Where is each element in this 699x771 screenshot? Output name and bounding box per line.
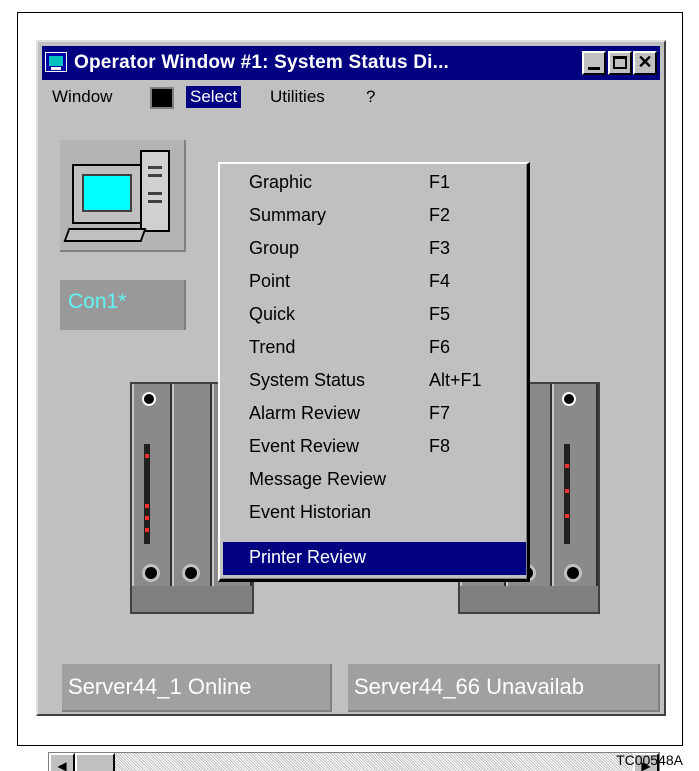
console-node-label[interactable]: Con1* — [60, 280, 186, 330]
menu-item-group[interactable]: Group F3 — [223, 233, 526, 266]
window-title: Operator Window #1: System Status Di... — [74, 52, 450, 73]
menu-item-system-status[interactable]: System Status Alt+F1 — [223, 365, 526, 398]
scroll-left-button[interactable]: ◀ — [49, 753, 75, 771]
maximize-button[interactable] — [608, 51, 632, 75]
server44-1-label[interactable]: Server44_1 Online — [62, 664, 332, 712]
arrow-left-icon: ◀ — [57, 759, 67, 771]
minimize-icon — [588, 67, 600, 70]
menu-item-summary[interactable]: Summary F2 — [223, 200, 526, 233]
operator-window: Operator Window #1: System Status Di... … — [36, 40, 666, 771]
menu-item-trend[interactable]: Trend F6 — [223, 332, 526, 365]
minimize-button[interactable] — [582, 51, 606, 75]
menu-utilities[interactable]: Utilities — [266, 86, 329, 108]
maximize-icon — [613, 56, 627, 69]
server44-66-label[interactable]: Server44_66 Unavailab — [348, 664, 660, 712]
select-menu-dropdown: Graphic F1 Summary F2 Group F3 Point F4 Quic… — [218, 162, 530, 582]
menu-item-alarm-review[interactable]: Alarm Review F7 — [223, 398, 526, 431]
menu-help[interactable]: ? — [362, 86, 379, 108]
figure-code: TC00548A — [616, 752, 683, 768]
menu-item-point[interactable]: Point F4 — [223, 266, 526, 299]
close-icon: ✕ — [637, 52, 653, 72]
menu-item-graphic[interactable]: Graphic F1 — [223, 167, 526, 200]
menu-item-event-review[interactable]: Event Review F8 — [223, 431, 526, 464]
menu-item-quick[interactable]: Quick F5 — [223, 299, 526, 332]
menu-bar: Window Select Utilities ? — [42, 82, 660, 112]
horizontal-scrollbar[interactable]: ◀ ▶ — [48, 752, 660, 771]
menu-window[interactable]: Window — [48, 86, 116, 108]
menu-item-message-review[interactable]: Message Review — [223, 464, 526, 497]
menu-item-printer-review[interactable]: Printer Review — [223, 542, 526, 575]
menu-select[interactable]: Select — [186, 86, 242, 108]
keyboard-icon — [63, 228, 147, 242]
console-node-icon[interactable] — [60, 140, 186, 252]
app-icon[interactable] — [45, 52, 67, 72]
scroll-thumb[interactable] — [75, 753, 115, 771]
menu-item-event-historian[interactable]: Event Historian — [223, 497, 526, 530]
color-swatch-icon[interactable] — [150, 87, 174, 109]
title-bar[interactable]: Operator Window #1: System Status Di... … — [42, 46, 660, 80]
monitor-icon — [72, 164, 144, 224]
close-button[interactable]: ✕ — [633, 51, 657, 75]
computer-tower-icon — [140, 150, 170, 232]
